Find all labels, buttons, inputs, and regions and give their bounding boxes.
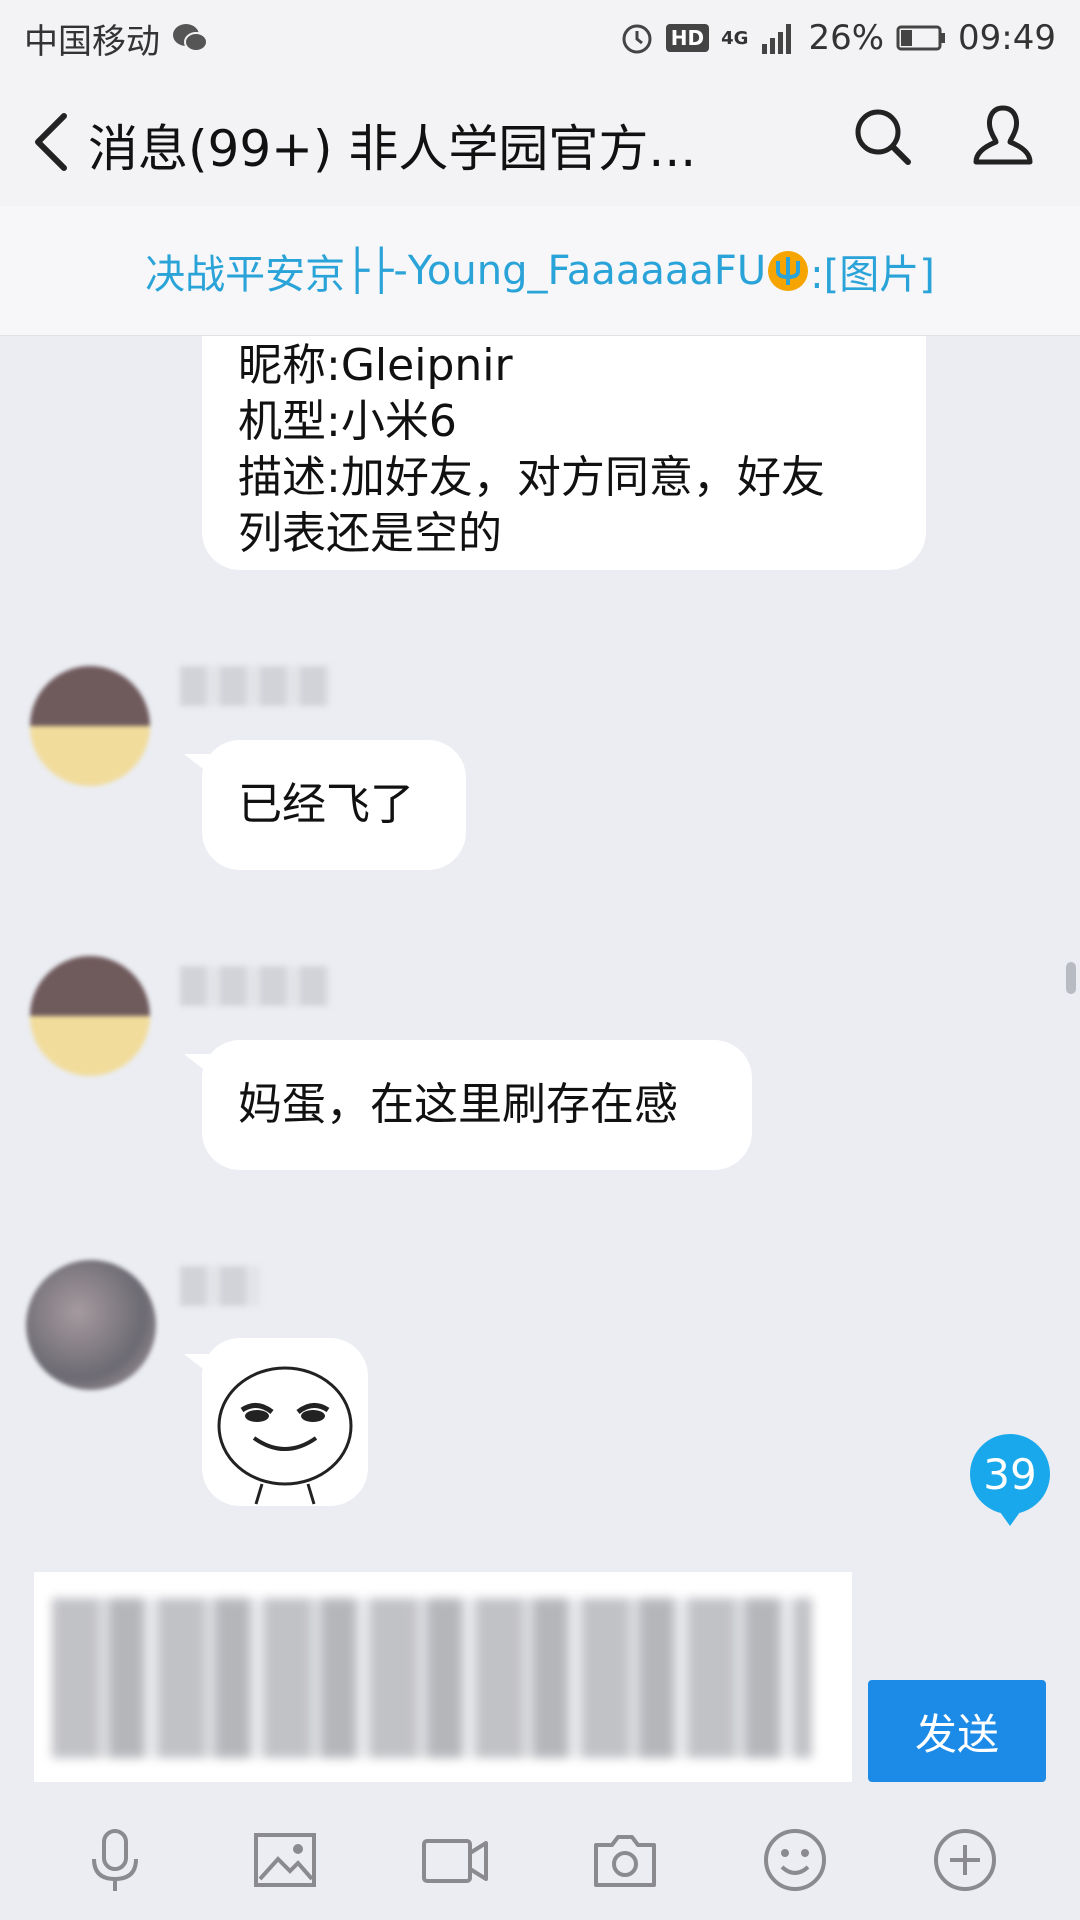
avatar[interactable] (30, 666, 150, 786)
trident-icon (768, 250, 809, 291)
message-text: 妈蛋，在这里刷存在感 (238, 1079, 678, 1130)
avatar[interactable] (30, 956, 150, 1076)
scrollbar-thumb[interactable] (1066, 962, 1076, 994)
message-input[interactable] (34, 1572, 852, 1782)
battery-icon (896, 25, 946, 51)
video-icon[interactable] (420, 1825, 490, 1895)
sender-name-blurred (180, 1266, 260, 1306)
search-icon[interactable] (850, 104, 914, 168)
message-bubble[interactable]: 昵称:Gleipnir 机型:小米6 描述:加好友，对方同意，好友 列表还是空的 (202, 336, 926, 570)
notice-suffix: :[图片] (810, 251, 935, 298)
wechat-icon (173, 24, 208, 52)
unread-count-badge[interactable]: 39 (970, 1434, 1050, 1526)
microphone-icon[interactable] (80, 1825, 150, 1895)
notice-prefix: 决战平安京 (145, 251, 346, 298)
carrier-label: 中国移动 (24, 21, 160, 62)
camera-icon[interactable] (590, 1825, 660, 1895)
status-bar: 中国移动 HD 4G 26% 09:49 (0, 0, 1080, 76)
network-type: 4G (721, 27, 749, 49)
sender-name-blurred (180, 666, 330, 706)
clock: 09:49 (958, 18, 1056, 58)
sticker-bubble[interactable] (202, 1338, 368, 1506)
battery-percent: 26% (808, 18, 885, 58)
back-arrow-icon[interactable] (30, 110, 74, 174)
title-tag-icon: ├├- (345, 247, 408, 294)
conversation-title[interactable]: 消息(99+) 非人学园官方... (88, 109, 696, 181)
notice-sender: Young_FaaaaaaFU (407, 247, 767, 294)
sender-name-blurred (180, 966, 330, 1006)
chat-area[interactable]: 昵称:Gleipnir 机型:小米6 描述:加好友，对方同意，好友 列表还是空的… (0, 336, 1080, 1572)
message-line: 列表还是空的 (238, 508, 502, 559)
group-announcement-bar[interactable]: 决战平安京 ├├- Young_FaaaaaaFU :[图片] (0, 206, 1080, 336)
smirk-face-sticker (217, 1366, 353, 1505)
input-bar: 发送 (0, 1572, 1080, 1782)
input-toolbar (0, 1800, 1080, 1920)
message-line: 昵称:Gleipnir (238, 340, 513, 391)
group-profile-icon[interactable] (968, 100, 1038, 170)
hd-icon: HD (665, 24, 710, 52)
message-bubble[interactable]: 已经飞了 (202, 740, 466, 870)
image-icon[interactable] (250, 1825, 320, 1895)
input-text-blurred (52, 1598, 812, 1758)
avatar[interactable] (26, 1260, 156, 1390)
emoji-icon[interactable] (760, 1825, 830, 1895)
message-bubble[interactable]: 妈蛋，在这里刷存在感 (202, 1040, 752, 1170)
alarm-icon (622, 24, 652, 54)
title-bar: 消息(99+) 非人学园官方... (0, 76, 1080, 206)
send-button[interactable]: 发送 (868, 1680, 1046, 1782)
signal-icon (762, 24, 792, 54)
message-line: 描述:加好友，对方同意，好友 (238, 452, 825, 503)
plus-icon[interactable] (930, 1825, 1000, 1895)
message-line: 机型:小米6 (238, 396, 457, 447)
message-text: 已经飞了 (238, 779, 414, 830)
